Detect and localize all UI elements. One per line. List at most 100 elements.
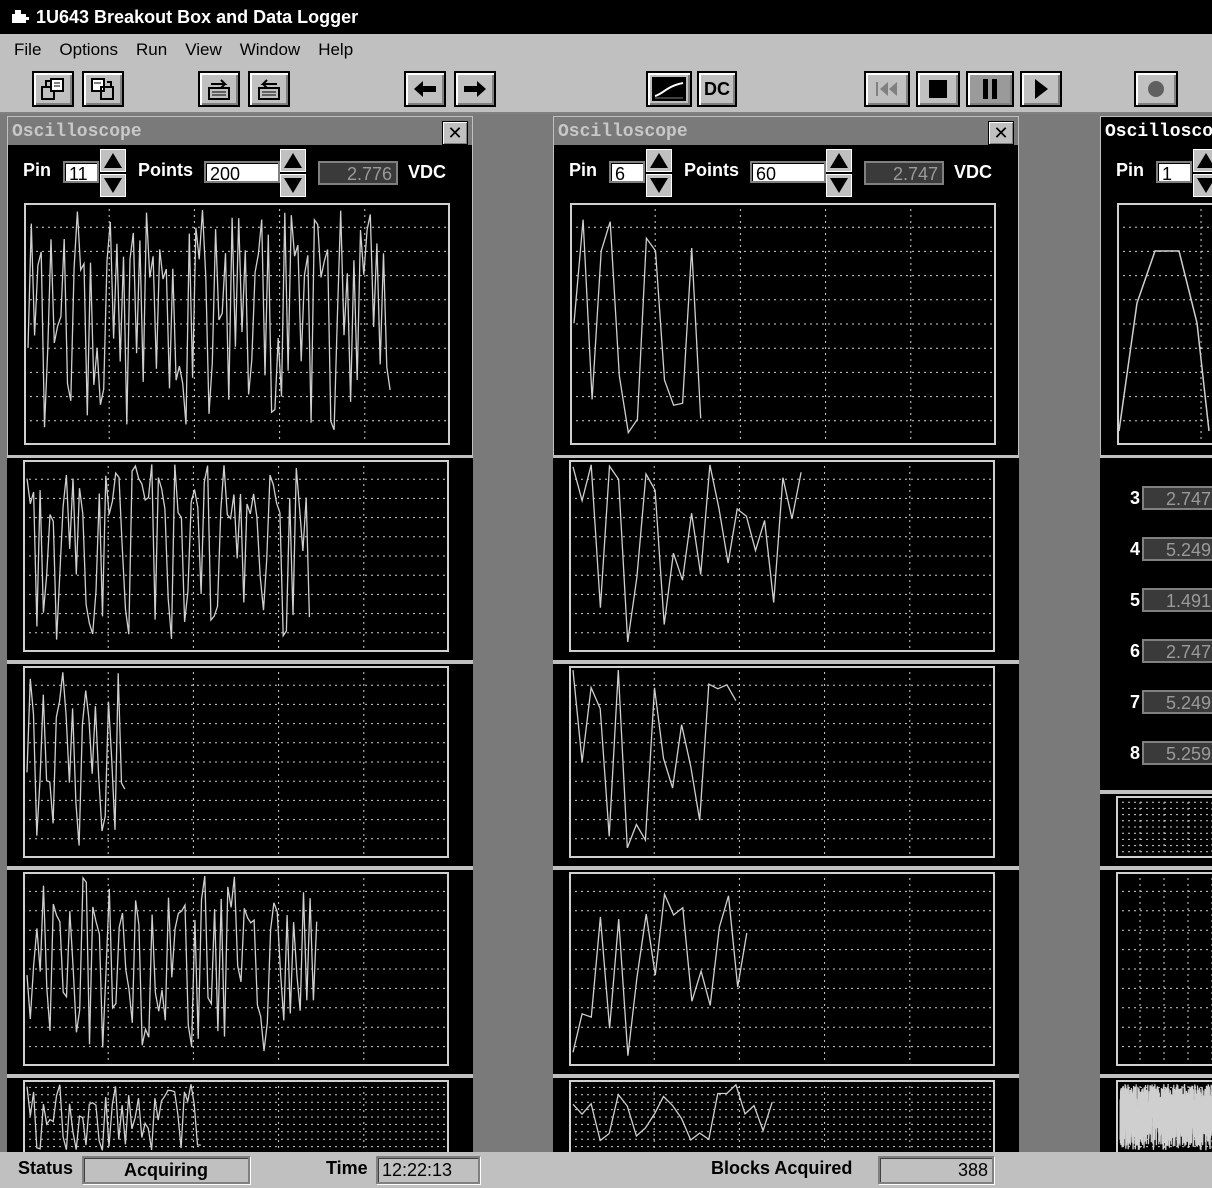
points-input[interactable]: 60: [750, 161, 826, 184]
points-spinner[interactable]: [280, 149, 306, 197]
menu-view[interactable]: View: [185, 40, 222, 60]
scope-3-history-plot-1: [1116, 796, 1212, 858]
scope-1-close-button[interactable]: ✕: [442, 121, 468, 145]
import-icon: [208, 79, 230, 100]
scope-3-history-plot-3: [1116, 1080, 1212, 1152]
pause-button[interactable]: [966, 71, 1014, 107]
export-button[interactable]: [248, 71, 290, 107]
reading-pin-number: 7: [1130, 692, 1141, 712]
pin-label: Pin: [23, 160, 52, 180]
points-down-arrow-icon[interactable]: [826, 174, 852, 197]
stop-button[interactable]: [916, 71, 960, 107]
points-label: Points: [684, 160, 740, 180]
save-config-button[interactable]: [82, 71, 124, 107]
scope-1-history-pane-3: [7, 868, 473, 1076]
points-spinner[interactable]: [826, 149, 852, 197]
scope-2-history-pane-3: [553, 868, 1019, 1076]
record-icon: [1148, 81, 1164, 97]
reading-value: 5.259: [1142, 741, 1212, 765]
reading-pin-number: 4: [1130, 539, 1141, 559]
reading-pin-number: 5: [1130, 590, 1141, 610]
title-bar: 1U643 Breakout Box and Data Logger: [0, 0, 1212, 34]
scope-1-history-plot-4: [23, 1080, 449, 1152]
signal-trace: [27, 210, 391, 431]
pin-spinner[interactable]: [646, 149, 672, 197]
menu-window[interactable]: Window: [240, 40, 300, 60]
record-button[interactable]: [1134, 71, 1178, 107]
pin-input[interactable]: 6: [609, 161, 645, 184]
points-up-arrow-icon[interactable]: [826, 149, 852, 172]
points-down-arrow-icon[interactable]: [280, 174, 306, 197]
blocks-acquired-label: Blocks Acquired: [711, 1158, 853, 1178]
menu-file[interactable]: File: [14, 40, 41, 60]
rewind-icon: [876, 82, 897, 96]
app-icon: [12, 10, 29, 23]
pin-down-arrow-icon[interactable]: [1193, 174, 1212, 197]
trace-mode-button[interactable]: [646, 71, 692, 107]
scope-2-history-pane-4: [553, 1076, 1019, 1152]
signal-trace: [1118, 250, 1210, 432]
previous-button[interactable]: [404, 71, 446, 107]
next-button[interactable]: [454, 71, 496, 107]
scope-3-history-pane-3: [1100, 1076, 1212, 1152]
open-config-button[interactable]: [32, 71, 74, 107]
oscilloscope-window-1: Oscilloscope ✕ Pin 11 Points 200 2.776 V…: [7, 116, 473, 456]
menu-run[interactable]: Run: [136, 40, 167, 60]
scope-2-history-pane-1: [553, 456, 1019, 662]
scope-2-history-plot-2: [569, 666, 995, 858]
scope-3-controls: Pin 1: [1101, 147, 1212, 199]
status-value: Acquiring: [82, 1156, 250, 1184]
pin-label: Pin: [569, 160, 598, 180]
menu-help[interactable]: Help: [318, 40, 353, 60]
voltage-unit: VDC: [408, 162, 447, 182]
blocks-acquired-value: 388: [878, 1156, 994, 1184]
scope-2-controls: Pin 6 Points 60 2.747 VDC: [554, 147, 1018, 199]
play-icon: [1035, 79, 1048, 99]
time-value: 12:22:13: [376, 1156, 480, 1184]
scope-2-history-pane-2: [553, 662, 1019, 868]
scope-1-history-plot-2: [23, 666, 449, 858]
scope-1-history-pane-4: [7, 1076, 473, 1152]
voltage-readout: 2.747: [864, 161, 944, 185]
scope-2-close-button[interactable]: ✕: [988, 121, 1014, 145]
pin-down-arrow-icon[interactable]: [646, 174, 672, 197]
points-up-arrow-icon[interactable]: [280, 149, 306, 172]
scope-1-controls: Pin 11 Points 200 2.776 VDC: [8, 147, 472, 199]
time-label: Time: [326, 1158, 368, 1178]
scope-2-title: Oscilloscope: [554, 117, 1018, 147]
status-label: Status: [18, 1158, 74, 1178]
menu-options[interactable]: Options: [59, 40, 118, 60]
scope-2-history-plot-3: [569, 872, 995, 1066]
scope-2-history-plot-1: [569, 460, 995, 652]
signal-trace: [572, 891, 748, 1056]
reading-value: 5.249: [1142, 537, 1212, 561]
dc-button[interactable]: DC: [697, 71, 737, 107]
points-input[interactable]: 200: [204, 161, 280, 184]
scope-3-history-plot-2: [1116, 872, 1212, 1066]
reading-pin-number: 6: [1130, 641, 1141, 661]
voltage-readout: 2.776: [318, 161, 398, 185]
reading-value: 5.249: [1142, 690, 1212, 714]
pin-spinner[interactable]: [100, 149, 126, 197]
scope-1-history-plot-1: [23, 460, 449, 652]
scope-1-history-pane-2: [7, 662, 473, 868]
import-button[interactable]: [198, 71, 240, 107]
open-config-icon: [41, 78, 64, 100]
play-button[interactable]: [1020, 71, 1062, 107]
oscilloscope-window-3: Oscilloscop Pin 1: [1100, 116, 1212, 456]
reading-pin-number: 8: [1130, 743, 1141, 763]
pin-input[interactable]: 11: [63, 161, 99, 184]
rewind-button[interactable]: [864, 71, 910, 107]
scope-2-history-plot-4: [569, 1080, 995, 1152]
arrow-left-icon: [414, 81, 436, 97]
scope-1-plot: [24, 203, 450, 445]
pin-down-arrow-icon[interactable]: [100, 174, 126, 197]
pin-spinner[interactable]: [1193, 149, 1212, 197]
pin-input[interactable]: 1: [1156, 161, 1192, 184]
pin-up-arrow-icon[interactable]: [646, 149, 672, 172]
pin-label: Pin: [1116, 160, 1145, 180]
oscilloscope-window-2: Oscilloscope ✕ Pin 6 Points 60 2.747 VDC: [553, 116, 1019, 456]
pin-up-arrow-icon[interactable]: [100, 149, 126, 172]
signal-trace: [572, 670, 737, 849]
pin-up-arrow-icon[interactable]: [1193, 149, 1212, 172]
